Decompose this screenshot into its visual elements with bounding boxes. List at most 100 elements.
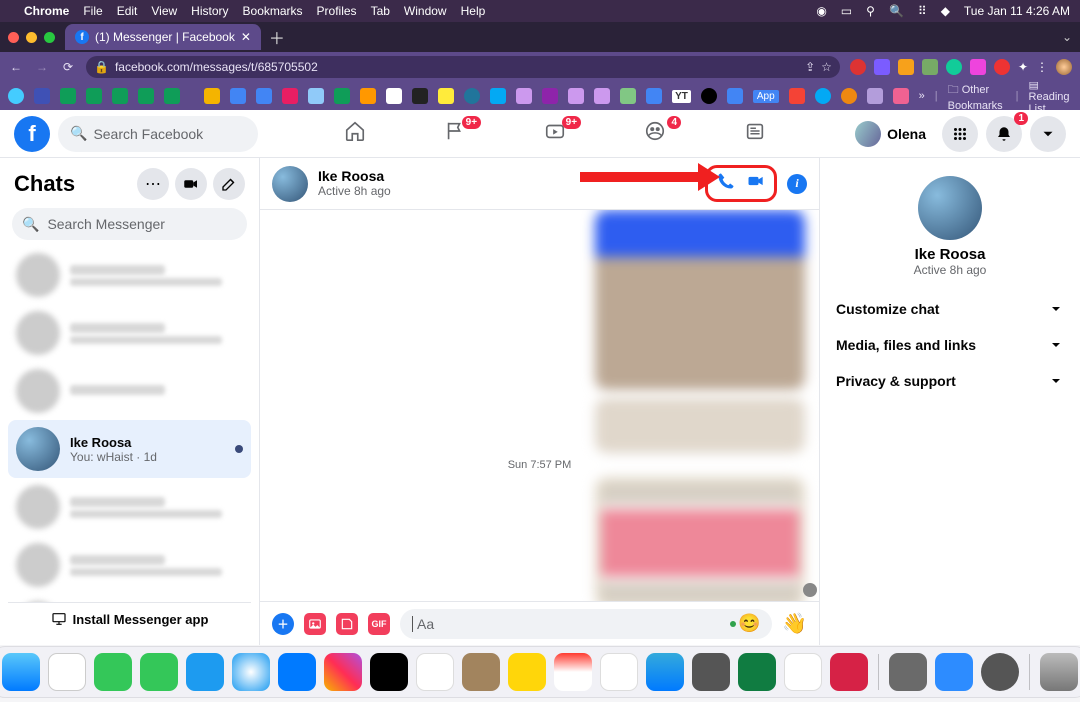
message-attachment[interactable] bbox=[595, 398, 805, 453]
bookmark-icon[interactable] bbox=[893, 88, 909, 104]
site-lock-icon[interactable]: 🔒 bbox=[94, 60, 109, 74]
profile-chip[interactable]: Olena bbox=[852, 118, 934, 150]
menubar-edit[interactable]: Edit bbox=[117, 4, 138, 18]
menubar-history[interactable]: History bbox=[191, 4, 228, 18]
dock-appstore2-icon[interactable] bbox=[646, 653, 684, 691]
share-icon[interactable]: ⇪ bbox=[805, 60, 815, 74]
dock-folder-icon[interactable] bbox=[889, 653, 927, 691]
bookmark-icon[interactable] bbox=[8, 88, 24, 104]
nav-reload-button[interactable]: ⟳ bbox=[60, 60, 76, 74]
voice-call-button[interactable] bbox=[716, 171, 736, 196]
nav-groups-button[interactable]: 4 bbox=[635, 120, 675, 147]
bookmark-icon[interactable] bbox=[646, 88, 662, 104]
bookmark-icon[interactable] bbox=[138, 88, 154, 104]
dock-appstore-icon[interactable] bbox=[278, 653, 316, 691]
bookmark-icon[interactable] bbox=[360, 88, 376, 104]
extensions-menu-icon[interactable]: ✦ bbox=[1018, 60, 1028, 74]
window-zoom-button[interactable] bbox=[44, 32, 55, 43]
bookmark-icon[interactable] bbox=[334, 88, 350, 104]
bookmark-icon[interactable] bbox=[112, 88, 128, 104]
dock-music-icon[interactable] bbox=[554, 653, 592, 691]
extension-icon[interactable] bbox=[946, 59, 962, 75]
bookmark-icon[interactable] bbox=[727, 88, 743, 104]
facebook-search[interactable]: 🔍 Search Facebook bbox=[58, 116, 258, 152]
chat-item[interactable] bbox=[8, 246, 251, 304]
menubar-file[interactable]: File bbox=[83, 4, 102, 18]
composer-gif-button[interactable]: GIF bbox=[368, 613, 390, 635]
chat-item-selected[interactable]: Ike Roosa You: wHaist · 1d bbox=[8, 420, 251, 478]
menubar-search-icon[interactable]: 🔍 bbox=[889, 4, 904, 18]
bookmark-icon[interactable] bbox=[204, 88, 220, 104]
browser-tab[interactable]: f (1) Messenger | Facebook ✕ bbox=[65, 24, 261, 50]
nav-forward-button[interactable]: → bbox=[34, 60, 50, 74]
bookmarks-overflow-icon[interactable]: » bbox=[919, 90, 925, 102]
bookmark-icon[interactable] bbox=[867, 88, 883, 104]
nav-news-button[interactable] bbox=[735, 120, 775, 147]
notifications-button[interactable]: 1 bbox=[986, 116, 1022, 152]
menubar-battery-icon[interactable]: ▭ bbox=[841, 4, 852, 18]
new-message-button[interactable] bbox=[213, 168, 245, 200]
dock-excel-icon[interactable] bbox=[738, 653, 776, 691]
bookmark-icon[interactable] bbox=[841, 88, 857, 104]
bookmark-icon[interactable] bbox=[594, 88, 610, 104]
menubar-clock[interactable]: Tue Jan 11 4:26 AM bbox=[964, 4, 1070, 18]
tab-overflow-icon[interactable]: ⌄ bbox=[1062, 30, 1072, 44]
bookmark-icon[interactable] bbox=[490, 88, 506, 104]
menubar-bookmarks[interactable]: Bookmarks bbox=[243, 4, 303, 18]
dock-app-icon[interactable] bbox=[830, 653, 868, 691]
bookmark-app[interactable]: App bbox=[753, 90, 779, 103]
chrome-more-icon[interactable]: ⋮ bbox=[1036, 60, 1048, 74]
dock-photos-icon[interactable] bbox=[324, 653, 362, 691]
conversation-messages[interactable]: Sun 7:57 PM bbox=[260, 210, 819, 601]
dock-finder-icon[interactable] bbox=[2, 653, 40, 691]
dock-contacts-icon[interactable] bbox=[462, 653, 500, 691]
video-call-button[interactable] bbox=[746, 171, 766, 196]
messenger-search[interactable]: 🔍 Search Messenger bbox=[12, 208, 247, 240]
details-media-files-links[interactable]: Media, files and links bbox=[830, 327, 1070, 363]
message-attachment[interactable] bbox=[595, 477, 805, 601]
chats-options-button[interactable]: ⋯ bbox=[137, 168, 169, 200]
menubar-view[interactable]: View bbox=[151, 4, 177, 18]
extension-icon[interactable] bbox=[850, 59, 866, 75]
tab-close-icon[interactable]: ✕ bbox=[241, 30, 251, 44]
reading-list-button[interactable]: ▤ Reading List bbox=[1029, 82, 1072, 110]
extension-icon[interactable] bbox=[874, 59, 890, 75]
bookmark-icon[interactable] bbox=[464, 88, 480, 104]
nav-pages-button[interactable]: 9+ bbox=[435, 120, 475, 147]
menubar-app-name[interactable]: Chrome bbox=[24, 4, 69, 18]
composer-send-like-button[interactable]: 👋 bbox=[782, 611, 807, 636]
details-customize-chat[interactable]: Customize chat bbox=[830, 291, 1070, 327]
bookmark-icon[interactable] bbox=[412, 88, 428, 104]
dock-quicktime-icon[interactable] bbox=[981, 653, 1019, 691]
details-name[interactable]: Ike Roosa bbox=[830, 246, 1070, 263]
bookmark-icon[interactable] bbox=[516, 88, 532, 104]
avatar[interactable] bbox=[918, 176, 982, 240]
bookmark-icon[interactable] bbox=[60, 88, 76, 104]
bookmark-icon[interactable] bbox=[542, 88, 558, 104]
composer-input[interactable]: Aa 😊 bbox=[400, 609, 772, 639]
extension-icon[interactable] bbox=[922, 59, 938, 75]
dock-notes-icon[interactable] bbox=[508, 653, 546, 691]
dock-tv-icon[interactable] bbox=[370, 653, 408, 691]
menubar-window[interactable]: Window bbox=[404, 4, 447, 18]
chat-item[interactable] bbox=[8, 536, 251, 594]
install-messenger-button[interactable]: Install Messenger app bbox=[8, 602, 251, 635]
details-privacy-support[interactable]: Privacy & support bbox=[830, 363, 1070, 399]
dock-zoom-icon[interactable] bbox=[935, 653, 973, 691]
dock-messages-icon[interactable] bbox=[94, 653, 132, 691]
nav-watch-button[interactable]: 9+ bbox=[535, 120, 575, 147]
new-room-button[interactable] bbox=[175, 168, 207, 200]
extension-icon[interactable] bbox=[994, 59, 1010, 75]
bookmark-yt[interactable]: YT bbox=[672, 90, 691, 103]
menubar-wifi-icon[interactable]: ⚲ bbox=[866, 4, 875, 18]
composer-photo-button[interactable] bbox=[304, 613, 326, 635]
menubar-control-center-icon[interactable]: ⠿ bbox=[918, 4, 927, 18]
menubar-tab[interactable]: Tab bbox=[371, 4, 390, 18]
account-menu-button[interactable] bbox=[1030, 116, 1066, 152]
dock-slack-icon[interactable] bbox=[600, 653, 638, 691]
nav-home-button[interactable] bbox=[335, 120, 375, 147]
avatar[interactable] bbox=[272, 166, 308, 202]
window-close-button[interactable] bbox=[8, 32, 19, 43]
dock-launchpad-icon[interactable] bbox=[48, 653, 86, 691]
chat-item[interactable] bbox=[8, 478, 251, 536]
